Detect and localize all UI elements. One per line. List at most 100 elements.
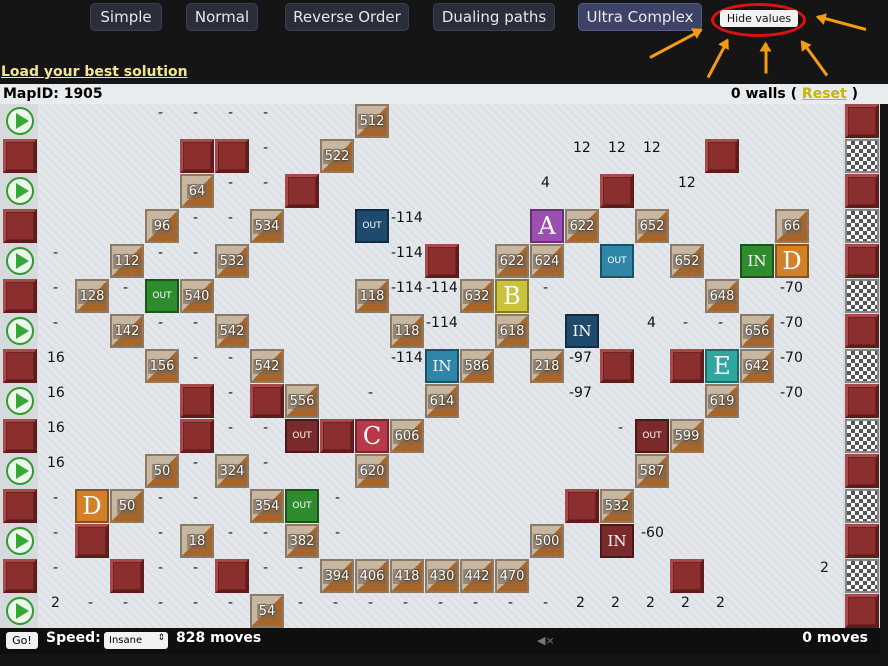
wall-block[interactable]: [3, 489, 37, 523]
start-button[interactable]: [3, 454, 37, 488]
cell-value: -: [53, 315, 59, 331]
wall-block[interactable]: [3, 349, 37, 383]
wall-block[interactable]: [285, 174, 319, 208]
start-button[interactable]: [3, 174, 37, 208]
speed-value: Insane: [109, 635, 143, 646]
cell-value: -: [158, 105, 164, 121]
wall-block[interactable]: [670, 559, 704, 593]
wall-block[interactable]: [320, 419, 354, 453]
wall-block[interactable]: [3, 139, 37, 173]
wall-block[interactable]: [3, 559, 37, 593]
start-button[interactable]: [3, 244, 37, 278]
cell-value: -: [263, 105, 269, 121]
cell-value: -: [53, 245, 59, 261]
start-button[interactable]: [3, 384, 37, 418]
cell-value: -70: [780, 280, 803, 296]
start-button[interactable]: [3, 594, 37, 628]
cell-value: -: [193, 490, 199, 506]
wall-block[interactable]: [3, 209, 37, 243]
cell-value: -: [228, 105, 234, 121]
wall-block[interactable]: [705, 139, 739, 173]
best-moves: 828 moves: [176, 630, 262, 646]
wall-block[interactable]: [565, 489, 599, 523]
checkpoint-c: C: [355, 419, 389, 453]
portal-in: IN: [565, 314, 599, 348]
path-tile: 96: [145, 209, 179, 243]
cell-value: -: [263, 140, 269, 156]
reset-link[interactable]: Reset: [802, 86, 847, 102]
wall-block[interactable]: [670, 349, 704, 383]
cell-value: -: [158, 560, 164, 576]
speed-select[interactable]: Insane ⇕: [104, 632, 168, 649]
path-tile: 534: [250, 209, 284, 243]
wall-block[interactable]: [3, 279, 37, 313]
start-button[interactable]: [3, 104, 37, 138]
portal-out: OUT: [285, 419, 319, 453]
path-tile: 542: [215, 314, 249, 348]
wall-block[interactable]: [845, 594, 879, 628]
cell-value: -: [228, 420, 234, 436]
path-tile: 540: [180, 279, 214, 313]
path-tile: 648: [705, 279, 739, 313]
cell-value: -: [158, 315, 164, 331]
tab-dualing-paths[interactable]: Dualing paths: [433, 3, 555, 31]
cell-value: -97: [569, 385, 592, 401]
cell-value: -: [228, 350, 234, 366]
cell-value: -: [193, 105, 199, 121]
map-id: MapID: 1905: [3, 86, 103, 102]
wall-block[interactable]: [845, 454, 879, 488]
hide-values-button[interactable]: Hide values: [720, 10, 798, 27]
start-button[interactable]: [3, 524, 37, 558]
chevron-updown-icon: ⇕: [157, 633, 165, 643]
wall-block[interactable]: [600, 174, 634, 208]
path-tile: 66: [775, 209, 809, 243]
cell-value: -: [473, 595, 479, 611]
path-tile: 599: [670, 419, 704, 453]
cell-value: -: [263, 175, 269, 191]
wall-block[interactable]: [180, 139, 214, 173]
wall-block[interactable]: [250, 384, 284, 418]
path-tile: 218: [530, 349, 564, 383]
wall-block[interactable]: [845, 524, 879, 558]
cell-value: -70: [780, 315, 803, 331]
cell-value: -: [718, 315, 724, 331]
start-button[interactable]: [3, 314, 37, 348]
cell-value: 12: [643, 140, 661, 156]
wall-block[interactable]: [3, 419, 37, 453]
cell-value: 16: [47, 350, 65, 366]
cell-value: -: [508, 595, 514, 611]
wall-block[interactable]: [75, 524, 109, 558]
tab-ultra-complex[interactable]: Ultra Complex: [578, 3, 702, 31]
walls-count: 0 walls: [730, 86, 786, 102]
cell-value: -: [333, 595, 339, 611]
cell-value: 16: [47, 420, 65, 436]
load-best-solution-link[interactable]: Load your best solution: [1, 64, 188, 80]
tab-simple[interactable]: Simple: [90, 3, 162, 31]
annotation-arrow: [649, 28, 702, 59]
wall-block[interactable]: [600, 349, 634, 383]
portal-out: OUT: [600, 244, 634, 278]
speaker-icon[interactable]: ◀×: [537, 634, 555, 647]
wall-block[interactable]: [215, 139, 249, 173]
path-tile: 118: [390, 314, 424, 348]
cell-value: -70: [780, 385, 803, 401]
wall-block[interactable]: [845, 384, 879, 418]
path-tile: 619: [705, 384, 739, 418]
wall-block[interactable]: [845, 174, 879, 208]
tab-normal[interactable]: Normal: [186, 3, 258, 31]
wall-block[interactable]: [425, 244, 459, 278]
cell-value: -114: [426, 315, 458, 331]
path-tile: 618: [495, 314, 529, 348]
wall-block[interactable]: [845, 244, 879, 278]
cell-value: -: [193, 350, 199, 366]
cell-value: -: [228, 595, 234, 611]
wall-block[interactable]: [215, 559, 249, 593]
tab-reverse-order[interactable]: Reverse Order: [285, 3, 409, 31]
finish-flag: [845, 349, 879, 383]
wall-block[interactable]: [180, 419, 214, 453]
wall-block[interactable]: [180, 384, 214, 418]
wall-block[interactable]: [845, 314, 879, 348]
go-button[interactable]: Go!: [6, 632, 38, 649]
wall-block[interactable]: [110, 559, 144, 593]
wall-block[interactable]: [845, 104, 879, 138]
